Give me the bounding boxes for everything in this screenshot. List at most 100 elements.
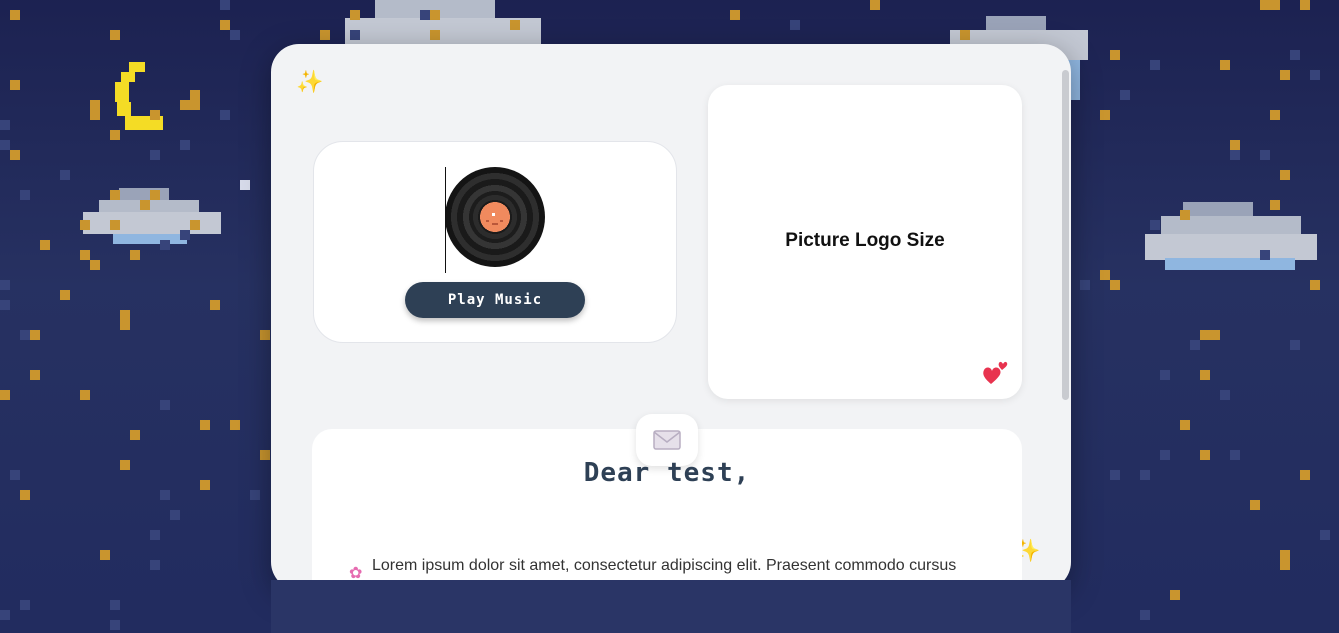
star-pixel [1200, 370, 1210, 380]
star-pixel [1260, 150, 1270, 160]
star-pixel [430, 30, 440, 40]
letter-greeting: Dear test, [583, 458, 751, 488]
star-pixel [80, 390, 90, 400]
star-pixel [110, 220, 120, 230]
letter-body: Lorem ipsum dolor sit amet, consectetur … [372, 557, 957, 574]
star-pixel [190, 100, 200, 110]
star-pixel [1230, 140, 1240, 150]
star-pixel [10, 150, 20, 160]
star-pixel [190, 90, 200, 100]
star-pixel [220, 20, 230, 30]
star-pixel [1310, 280, 1320, 290]
star-pixel [420, 10, 430, 20]
vinyl-face-icon [486, 213, 503, 225]
star-pixel [960, 30, 970, 40]
star-pixel [1310, 70, 1320, 80]
star-pixel [1180, 420, 1190, 430]
star-pixel [790, 20, 800, 30]
star-pixel [1300, 470, 1310, 480]
star-pixel [730, 10, 740, 20]
star-pixel [1320, 530, 1330, 540]
star-pixel [150, 530, 160, 540]
star-pixel [40, 240, 50, 250]
star-pixel [1220, 390, 1230, 400]
star-pixel [260, 330, 270, 340]
star-pixel [1140, 470, 1150, 480]
star-pixel [0, 610, 10, 620]
star-pixel [230, 30, 240, 40]
star-pixel [20, 330, 30, 340]
star-pixel [1110, 50, 1120, 60]
star-pixel [110, 130, 120, 140]
star-pixel [1290, 50, 1300, 60]
star-pixel [1140, 610, 1150, 620]
star-pixel [90, 260, 100, 270]
star-pixel [80, 220, 90, 230]
star-pixel [1290, 340, 1300, 350]
star-pixel [20, 190, 30, 200]
star-pixel [1210, 330, 1220, 340]
star-pixel [200, 420, 210, 430]
star-pixel [60, 290, 70, 300]
star-pixel [1150, 220, 1160, 230]
sparkle-icon: ✨ [296, 70, 324, 95]
star-pixel [0, 120, 10, 130]
star-pixel [240, 180, 250, 190]
star-pixel [1270, 200, 1280, 210]
star-pixel [1190, 340, 1200, 350]
star-pixel [130, 250, 140, 260]
star-pixel [1100, 270, 1110, 280]
star-pixel [190, 220, 200, 230]
star-pixel [1110, 470, 1120, 480]
star-pixel [1160, 450, 1170, 460]
star-pixel [120, 460, 130, 470]
star-pixel [1200, 450, 1210, 460]
star-pixel [140, 200, 150, 210]
star-pixel [1230, 450, 1240, 460]
star-pixel [1280, 170, 1290, 180]
star-pixel [10, 80, 20, 90]
flower-icon: ✿ [349, 563, 363, 582]
star-pixel [1300, 0, 1310, 10]
star-pixel [1280, 70, 1290, 80]
text-cursor [445, 167, 446, 273]
star-pixel [350, 10, 360, 20]
star-pixel [430, 10, 440, 20]
star-pixel [180, 100, 190, 110]
star-pixel [1270, 110, 1280, 120]
star-pixel [1150, 60, 1160, 70]
star-pixel [1270, 0, 1280, 10]
star-pixel [110, 30, 120, 40]
star-pixel [1260, 0, 1270, 10]
star-pixel [30, 330, 40, 340]
star-pixel [870, 0, 880, 10]
star-pixel [100, 550, 110, 560]
star-pixel [220, 0, 230, 10]
cloud-decoration [1145, 202, 1317, 280]
star-pixel [260, 450, 270, 460]
star-pixel [120, 320, 130, 330]
star-pixel [180, 140, 190, 150]
star-pixel [1220, 60, 1230, 70]
scrollbar[interactable] [1062, 70, 1069, 400]
star-pixel [90, 100, 100, 110]
star-pixel [200, 480, 210, 490]
star-pixel [1120, 90, 1130, 100]
star-pixel [180, 230, 190, 240]
star-pixel [0, 300, 10, 310]
star-pixel [10, 470, 20, 480]
star-pixel [220, 110, 230, 120]
star-pixel [170, 510, 180, 520]
play-music-button[interactable]: Play Music [405, 282, 585, 318]
star-pixel [150, 110, 160, 120]
star-pixel [1170, 590, 1180, 600]
star-pixel [110, 190, 120, 200]
star-pixel [150, 190, 160, 200]
picture-label: Picture Logo Size [785, 230, 945, 251]
star-pixel [130, 430, 140, 440]
star-pixel [1280, 550, 1290, 560]
star-pixel [110, 620, 120, 630]
star-pixel [350, 30, 360, 40]
star-pixel [10, 10, 20, 20]
star-pixel [1260, 250, 1270, 260]
